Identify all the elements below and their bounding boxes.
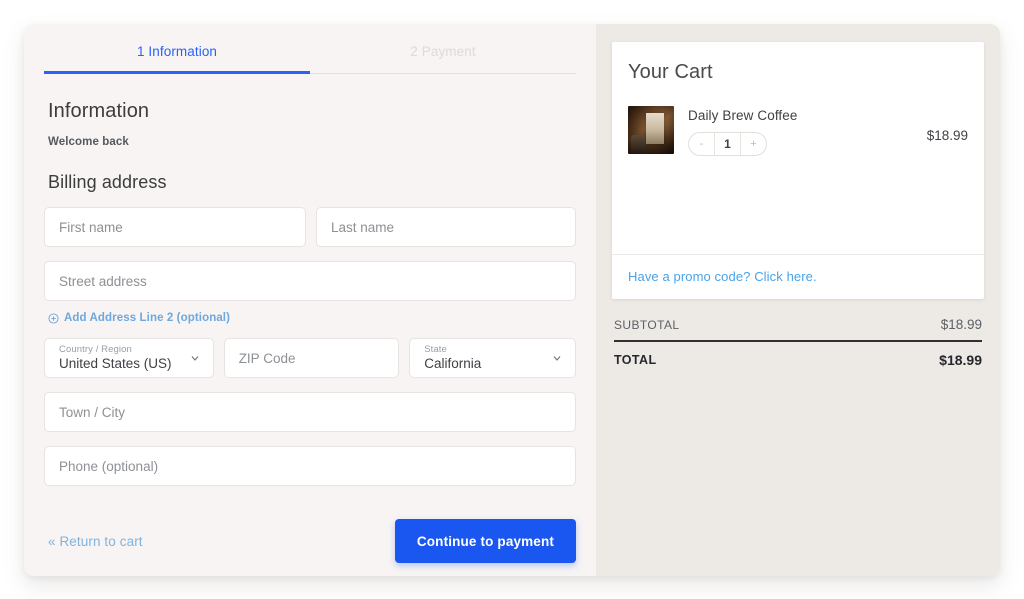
chevron-down-icon: [551, 352, 563, 364]
state-select[interactable]: State California: [409, 338, 576, 378]
phone-row: Phone (optional): [44, 446, 576, 486]
name-fields-row: First name Last name: [44, 207, 576, 247]
welcome-text: Welcome back: [48, 136, 129, 148]
promo-code-bar: Have a promo code? Click here.: [612, 254, 984, 299]
total-value: $18.99: [939, 351, 982, 368]
cart-title: Your Cart: [628, 61, 713, 83]
tab-information[interactable]: 1 Information: [44, 26, 310, 71]
cart-item-name: Daily Brew Coffee: [688, 108, 798, 123]
product-thumbnail: [628, 106, 674, 154]
country-region-select[interactable]: Country / Region United States (US): [44, 338, 214, 378]
total-label: TOTAL: [614, 352, 657, 367]
order-totals: SUBTOTAL $18.99 TOTAL $18.99: [612, 299, 984, 368]
street-row: Street address: [44, 261, 576, 301]
zip-code-placeholder: ZIP Code: [238, 350, 296, 366]
plus-circle-icon: [48, 312, 59, 324]
cart-item-details: Daily Brew Coffee - 1 +: [674, 106, 927, 156]
state-label: State: [424, 344, 447, 355]
tab-payment[interactable]: 2 Payment: [310, 26, 576, 71]
promo-code-link[interactable]: Have a promo code? Click here.: [628, 269, 817, 284]
information-form-panel: 1 Information 2 Payment Information Welc…: [24, 24, 596, 576]
checkout-page: 1 Information 2 Payment Information Welc…: [0, 0, 1024, 599]
form-actions: « Return to cart Continue to payment: [44, 519, 576, 563]
chevron-down-icon: [189, 352, 201, 364]
city-placeholder: Town / City: [59, 404, 126, 420]
checkout-card: 1 Information 2 Payment Information Welc…: [24, 24, 1000, 576]
cart-card: Your Cart Daily Brew Coffee - 1 + $18.99…: [612, 42, 984, 299]
first-name-placeholder: First name: [59, 219, 123, 235]
page-title: Information: [48, 100, 150, 122]
state-value: California: [424, 356, 482, 371]
last-name-input[interactable]: Last name: [316, 207, 576, 247]
city-input[interactable]: Town / City: [44, 392, 576, 432]
add-address-line2-label: Add Address Line 2 (optional): [64, 312, 231, 324]
return-to-cart-link[interactable]: « Return to cart: [48, 534, 143, 549]
first-name-input[interactable]: First name: [44, 207, 306, 247]
quantity-value[interactable]: 1: [714, 133, 741, 155]
last-name-placeholder: Last name: [331, 219, 395, 235]
location-fields-row: Country / Region United States (US) ZIP …: [44, 338, 576, 378]
tab-progress-track: [44, 71, 576, 74]
cart-summary-panel: Your Cart Daily Brew Coffee - 1 + $18.99…: [596, 24, 1000, 576]
zip-code-input[interactable]: ZIP Code: [223, 338, 400, 378]
country-region-value: United States (US): [59, 356, 172, 371]
subtotal-value: $18.99: [940, 317, 982, 332]
total-row: TOTAL $18.99: [614, 342, 982, 368]
quantity-decrement-button[interactable]: -: [689, 133, 714, 155]
quantity-stepper: - 1 +: [688, 132, 767, 156]
quantity-increment-button[interactable]: +: [741, 133, 766, 155]
billing-address-title: Billing address: [48, 172, 167, 192]
subtotal-row: SUBTOTAL $18.99: [614, 313, 982, 340]
tab-information-label: 1 Information: [136, 44, 218, 59]
tab-progress-active: [44, 71, 310, 74]
street-address-placeholder: Street address: [59, 273, 147, 289]
subtotal-label: SUBTOTAL: [614, 317, 680, 332]
phone-placeholder: Phone (optional): [59, 458, 159, 474]
continue-to-payment-button[interactable]: Continue to payment: [394, 519, 576, 563]
cart-item: Daily Brew Coffee - 1 + $18.99: [628, 106, 968, 156]
street-address-input[interactable]: Street address: [44, 261, 576, 301]
checkout-steps-tabs: 1 Information 2 Payment: [44, 24, 576, 71]
country-region-label: Country / Region: [59, 344, 132, 355]
add-address-line2-link[interactable]: Add Address Line 2 (optional): [44, 312, 576, 324]
cart-items-list: Daily Brew Coffee - 1 + $18.99: [612, 84, 984, 254]
phone-input[interactable]: Phone (optional): [44, 446, 576, 486]
tab-progress-inactive: [310, 73, 576, 74]
tab-payment-label: 2 Payment: [410, 44, 476, 59]
city-row: Town / City: [44, 392, 576, 432]
cart-item-price: $18.99: [926, 128, 968, 143]
